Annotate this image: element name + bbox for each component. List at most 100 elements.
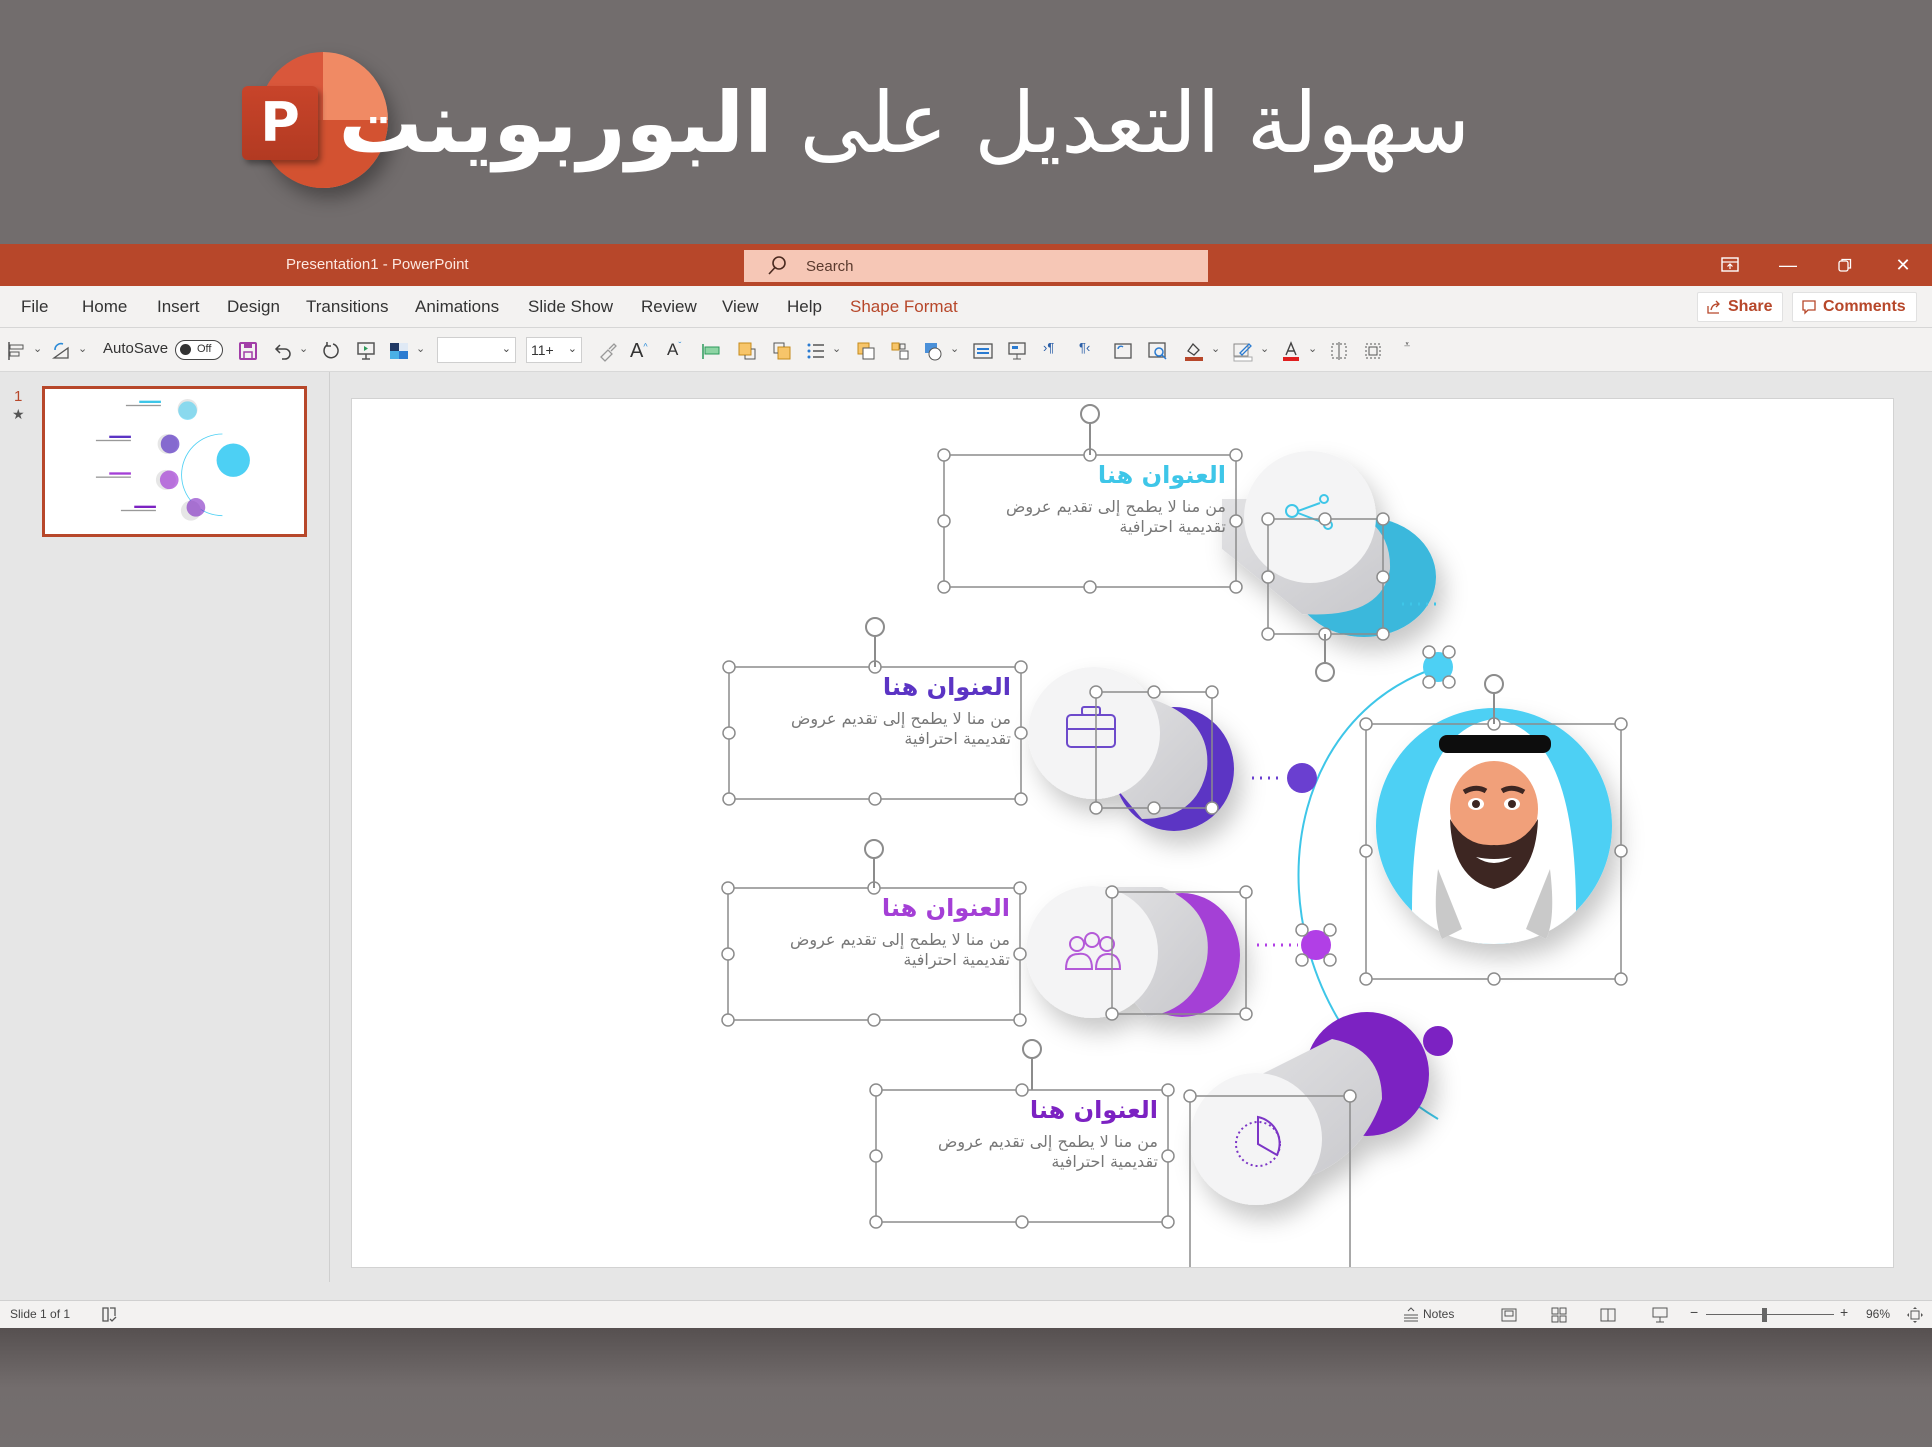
- shapes-arrange-icon: [857, 342, 875, 360]
- autosave-toggle[interactable]: Off: [175, 340, 223, 360]
- redo-button[interactable]: [320, 340, 342, 362]
- cylinder-4[interactable]: [1190, 1012, 1429, 1205]
- tab-insert[interactable]: Insert: [157, 297, 200, 317]
- tab-slide-show[interactable]: Slide Show: [528, 297, 613, 317]
- font-color-button[interactable]: [1280, 340, 1302, 362]
- bullets-button[interactable]: [805, 340, 827, 362]
- text-box-3[interactable]: العنوان هنا من منا لا يطمح إلى تقديم عرو…: [736, 892, 1010, 970]
- tab-view[interactable]: View: [722, 297, 759, 317]
- theme-colors-button[interactable]: [388, 340, 410, 362]
- accessibility-check-icon[interactable]: [100, 1306, 118, 1324]
- undo-dropdown-caret[interactable]: ⌄: [299, 342, 308, 355]
- distribute-button[interactable]: [700, 340, 722, 362]
- tab-design[interactable]: Design: [227, 297, 280, 317]
- text-box-4[interactable]: العنوان هنا من منا لا يطمح إلى تقديم عرو…: [884, 1094, 1158, 1172]
- ribbon-display-options-button[interactable]: [1715, 252, 1745, 278]
- undo-button[interactable]: [272, 340, 294, 362]
- tab-animations[interactable]: Animations: [415, 297, 499, 317]
- font-color-icon: [1283, 341, 1299, 361]
- ltr-button[interactable]: ›¶: [1043, 340, 1065, 362]
- replace-button[interactable]: [1112, 340, 1134, 362]
- zoom-level[interactable]: 96%: [1866, 1307, 1890, 1321]
- connector-dot-4[interactable]: [1423, 1026, 1453, 1056]
- item-description-line1: من منا لا يطمح إلى تقديم عروض: [1006, 497, 1226, 516]
- slide-canvas[interactable]: العنوان هنا من منا لا يطمح إلى تقديم عرو…: [351, 398, 1894, 1268]
- item-title: العنوان هنا: [881, 894, 1010, 922]
- bullets-caret[interactable]: ⌄: [832, 342, 841, 355]
- tab-help[interactable]: Help: [787, 297, 822, 317]
- close-button[interactable]: ✕: [1888, 252, 1918, 278]
- decrease-font-button[interactable]: Aˇ: [667, 340, 689, 362]
- crop-button[interactable]: [1362, 340, 1384, 362]
- format-painter-button[interactable]: [597, 340, 619, 362]
- send-backward-button[interactable]: [771, 340, 793, 362]
- notes-button[interactable]: Notes: [1423, 1307, 1454, 1321]
- cylinder-1[interactable]: [1222, 451, 1436, 637]
- align-dropdown-caret[interactable]: ⌄: [33, 342, 42, 355]
- reading-view-icon[interactable]: [1599, 1306, 1617, 1324]
- banner-headline-bold: البوربوينت: [338, 74, 773, 172]
- customize-toolbar-icon[interactable]: ⩡: [1404, 339, 1410, 352]
- zoom-in-button[interactable]: +: [1840, 1304, 1848, 1320]
- align-objects-icon: [1331, 342, 1347, 360]
- slide-thumbnails-pane: 1 ★: [0, 372, 330, 1282]
- decrease-font-icon: Aˇ: [667, 340, 682, 359]
- status-bar: Slide 1 of 1 Notes − + 96%: [0, 1300, 1932, 1328]
- fit-to-window-icon[interactable]: [1906, 1306, 1924, 1324]
- increase-font-button[interactable]: A^: [630, 340, 652, 362]
- item-description-line2: تقديمية احترافية: [903, 950, 1010, 969]
- rtl-button[interactable]: ¶‹: [1079, 340, 1101, 362]
- font-color-caret[interactable]: ⌄: [1308, 342, 1317, 355]
- text-box-1[interactable]: العنوان هنا من منا لا يطمح إلى تقديم عرو…: [952, 459, 1226, 537]
- find-button[interactable]: [1147, 340, 1169, 362]
- tab-review[interactable]: Review: [641, 297, 697, 317]
- bring-forward-button[interactable]: [736, 340, 758, 362]
- font-size-value: 11+: [531, 342, 554, 358]
- restore-button[interactable]: [1830, 252, 1860, 278]
- tab-file[interactable]: File: [21, 297, 48, 317]
- rotate-button[interactable]: [50, 340, 72, 362]
- zoom-slider[interactable]: [1706, 1314, 1834, 1315]
- slide-sorter-icon[interactable]: [1550, 1306, 1568, 1324]
- ungroup-button[interactable]: [889, 340, 911, 362]
- search-input[interactable]: Search: [744, 250, 1208, 282]
- fill-color-caret[interactable]: ⌄: [1211, 342, 1220, 355]
- normal-view-icon[interactable]: [1500, 1306, 1518, 1324]
- outline-color-button[interactable]: [1232, 340, 1254, 362]
- powerpoint-logo-letter: P: [242, 86, 318, 160]
- item-title: العنوان هنا: [1097, 461, 1226, 489]
- theme-colors-caret[interactable]: ⌄: [416, 342, 425, 355]
- restore-icon: [1838, 258, 1852, 272]
- comments-button[interactable]: Comments: [1792, 292, 1917, 322]
- tab-home[interactable]: Home: [82, 297, 127, 317]
- group-button[interactable]: [855, 340, 877, 362]
- share-button[interactable]: Share: [1697, 292, 1784, 322]
- zoom-out-button[interactable]: −: [1690, 1304, 1698, 1320]
- outline-color-caret[interactable]: ⌄: [1260, 342, 1269, 355]
- notes-icon[interactable]: [1402, 1306, 1420, 1324]
- cylinder-3[interactable]: [1026, 886, 1240, 1018]
- rotate-dropdown-caret[interactable]: ⌄: [78, 342, 87, 355]
- ungroup-icon: [891, 342, 909, 360]
- slide-show-setup-button[interactable]: [1006, 340, 1028, 362]
- font-size-select[interactable]: 11+ ⌄: [526, 337, 582, 363]
- zoom-slider-thumb[interactable]: [1761, 1308, 1767, 1322]
- text-box-2[interactable]: العنوان هنا من منا لا يطمح إلى تقديم عرو…: [737, 671, 1011, 749]
- tab-transitions[interactable]: Transitions: [306, 297, 389, 317]
- connector-dot-2[interactable]: [1287, 763, 1317, 793]
- start-from-beginning-button[interactable]: [355, 340, 377, 362]
- minimize-button[interactable]: —: [1773, 252, 1803, 278]
- align-button[interactable]: [6, 340, 28, 362]
- text-box-button[interactable]: [972, 340, 994, 362]
- tab-shape-format[interactable]: Shape Format: [850, 297, 958, 317]
- find-icon: [1148, 342, 1167, 360]
- save-button[interactable]: [237, 340, 259, 362]
- fill-color-button[interactable]: [1183, 340, 1205, 362]
- shape-fill-button[interactable]: [922, 340, 944, 362]
- slide-thumbnail-1[interactable]: [42, 386, 307, 537]
- shape-caret[interactable]: ⌄: [950, 342, 959, 355]
- avatar-arab-man[interactable]: [1376, 708, 1612, 944]
- font-name-select[interactable]: ⌄: [437, 337, 516, 363]
- slide-show-icon[interactable]: [1651, 1306, 1669, 1324]
- align-objects-button[interactable]: [1328, 340, 1350, 362]
